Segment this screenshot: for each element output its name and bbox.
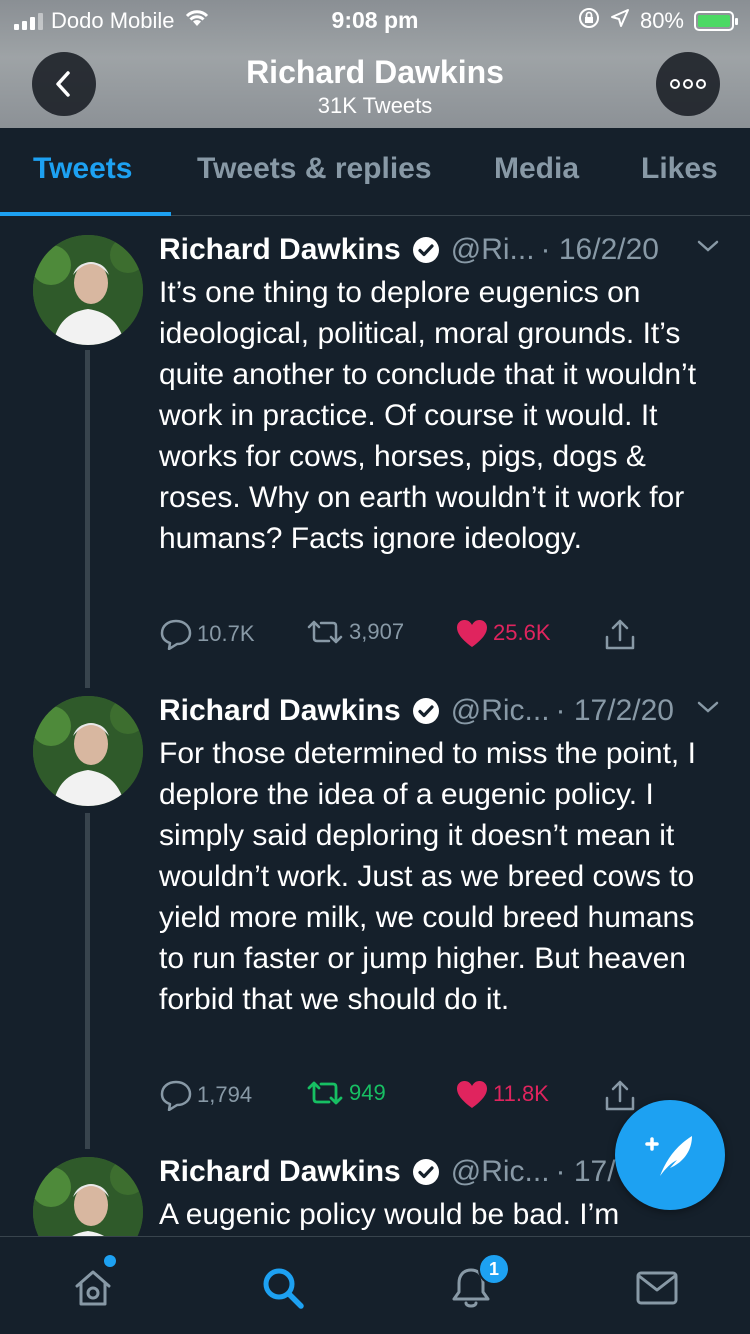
tweet-count: 31K Tweets [317,93,433,118]
retweet-count: 3,907 [349,619,405,644]
profile-name: Richard Dawkins [246,54,504,90]
tweet-actions: 10.7K 3,907 25.6K [159,618,659,658]
tweet-date[interactable]: · 17/2/20 [556,694,674,728]
heart-icon [457,1081,487,1108]
tweet-date[interactable]: · 17/ [556,1155,616,1189]
like-count: 11.8K [493,1081,549,1106]
active-tab-indicator [0,212,171,216]
tweet[interactable]: Richard Dawkins @Ric... · 17/2/20 For th… [0,689,750,1149]
header-title-block: Richard Dawkins 31K Tweets [0,54,750,119]
like-button[interactable]: 11.8K [455,1079,549,1109]
reply-icon [160,1080,192,1111]
like-button[interactable]: 25.6K [455,618,551,648]
retweet-icon [307,620,343,644]
tweet-author-handle[interactable]: @Ri... [451,233,535,267]
thread-line [85,813,90,1149]
location-icon [610,8,630,34]
reply-count: 1,794 [197,1082,253,1107]
nav-home[interactable] [68,1263,118,1313]
chevron-down-icon[interactable] [696,699,720,720]
heart-icon [457,620,487,647]
avatar[interactable] [33,1157,143,1236]
verified-icon [411,696,441,726]
more-options-button[interactable] [656,52,720,116]
tweet-author-handle[interactable]: @Ric... [451,694,550,728]
retweet-count: 949 [349,1080,386,1105]
tweet-date[interactable]: · 16/2/20 [541,233,659,267]
chevron-down-icon[interactable] [696,238,720,259]
reply-button[interactable]: 10.7K [159,618,255,650]
compose-feather-icon [645,1136,692,1176]
reply-icon [160,619,192,650]
tweet[interactable]: Richard Dawkins @Ri... · 16/2/20 It’s on… [0,228,750,688]
tweet-text: For those determined to miss the point, … [159,737,696,1016]
tab-tweets[interactable]: Tweets [33,152,132,186]
tweet-author-name[interactable]: Richard Dawkins [159,233,401,267]
retweet-button[interactable]: 3,907 [305,618,404,646]
home-new-dot [104,1255,116,1267]
home-icon [75,1270,111,1306]
profile-header: Dodo Mobile 9:08 pm 80% Richard Dawkins … [0,0,750,128]
tab-media[interactable]: Media [494,152,579,186]
tweet-text: It’s one thing to deplore eugenics on id… [159,276,697,555]
status-bar: Dodo Mobile 9:08 pm 80% [0,0,750,40]
thread-line [85,350,90,688]
verified-icon [411,235,441,265]
battery-percent: 80% [639,8,684,33]
verified-icon [411,1157,441,1187]
reply-button[interactable]: 1,794 [159,1079,252,1111]
tab-tweets-and-replies[interactable]: Tweets & replies [197,152,432,186]
notifications-badge: 1 [478,1253,510,1285]
profile-tabs: Tweets Tweets & replies Media Likes [0,128,750,216]
more-icon [670,79,706,89]
tab-likes[interactable]: Likes [641,152,718,186]
tweet-author-name[interactable]: Richard Dawkins [159,1155,401,1189]
avatar[interactable] [33,696,143,806]
like-count: 25.6K [493,620,551,645]
tweet-actions: 1,794 949 11.8K [159,1079,659,1119]
nav-messages[interactable] [632,1263,682,1313]
avatar[interactable] [33,235,143,345]
rotation-lock-icon [578,7,600,35]
share-icon [605,619,635,650]
battery-icon [694,11,738,31]
tweet-author-name[interactable]: Richard Dawkins [159,694,401,728]
tweet-header: Richard Dawkins @Ri... · 16/2/20 [159,228,729,272]
reply-count: 10.7K [197,621,255,646]
share-icon [605,1080,635,1111]
share-button[interactable] [603,618,637,652]
search-icon [263,1268,304,1309]
retweet-button[interactable]: 949 [305,1079,386,1107]
tweet-author-handle[interactable]: @Ric... [451,1155,550,1189]
retweet-icon [307,1081,343,1105]
share-button[interactable] [603,1079,637,1113]
compose-tweet-button[interactable] [615,1100,725,1210]
bottom-navigation: 1 [0,1236,750,1334]
nav-search[interactable] [258,1263,308,1313]
messages-icon [636,1271,678,1305]
tweet-header: Richard Dawkins @Ric... · 17/2/20 [159,689,729,733]
